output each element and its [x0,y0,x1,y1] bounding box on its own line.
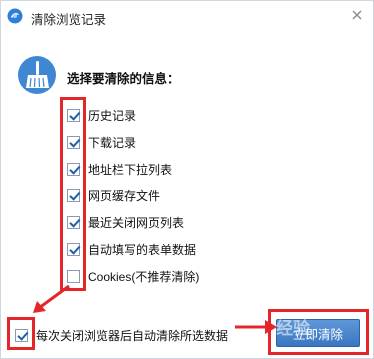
title-bar: 清除浏览记录 [1,1,373,31]
broom-icon [18,56,56,94]
option-form-data[interactable]: 自动填写的表单数据 [67,240,196,258]
arrow-icon [33,284,70,313]
option-label: 下载记录 [88,135,137,150]
clear-history-dialog: 清除浏览记录 选择要清除的信息： 历史记录 下载记录 地址栏下拉列表 网页缓存文… [0,0,374,359]
browser-logo-icon [7,8,23,24]
auto-clear-label: 每次关闭浏览器后自动清除所选数据 [36,328,229,343]
option-closed-pages[interactable]: 最近关闭网页列表 [67,213,184,231]
option-address-bar[interactable]: 地址栏下拉列表 [67,160,172,178]
close-icon[interactable] [348,6,366,24]
option-label: 自动填写的表单数据 [88,242,197,257]
cookies-checkbox[interactable] [67,269,80,283]
form-data-checkbox[interactable] [67,242,80,256]
cache-checkbox[interactable] [67,188,80,202]
arrow-icon [235,320,277,334]
option-downloads[interactable]: 下载记录 [67,133,136,151]
option-label: 网页缓存文件 [88,188,161,203]
downloads-checkbox[interactable] [67,135,80,149]
option-cache[interactable]: 网页缓存文件 [67,186,160,204]
option-label: 地址栏下拉列表 [88,162,173,177]
option-label: 历史记录 [88,108,137,123]
option-cookies[interactable]: Cookies(不推荐清除) [67,267,199,285]
option-label: Cookies(不推荐清除) [88,269,200,284]
option-history[interactable]: 历史记录 [67,106,136,124]
history-checkbox[interactable] [67,108,80,122]
dialog-title: 清除浏览记录 [31,13,107,27]
address-bar-checkbox[interactable] [67,162,80,176]
section-heading: 选择要清除的信息： [67,72,180,86]
clear-now-button[interactable]: 立即清除 [276,319,360,347]
closed-pages-checkbox[interactable] [67,215,80,229]
auto-clear-checkbox[interactable] [15,328,28,342]
option-label: 最近关闭网页列表 [88,215,185,230]
auto-clear-option[interactable]: 每次关闭浏览器后自动清除所选数据 [15,326,228,344]
